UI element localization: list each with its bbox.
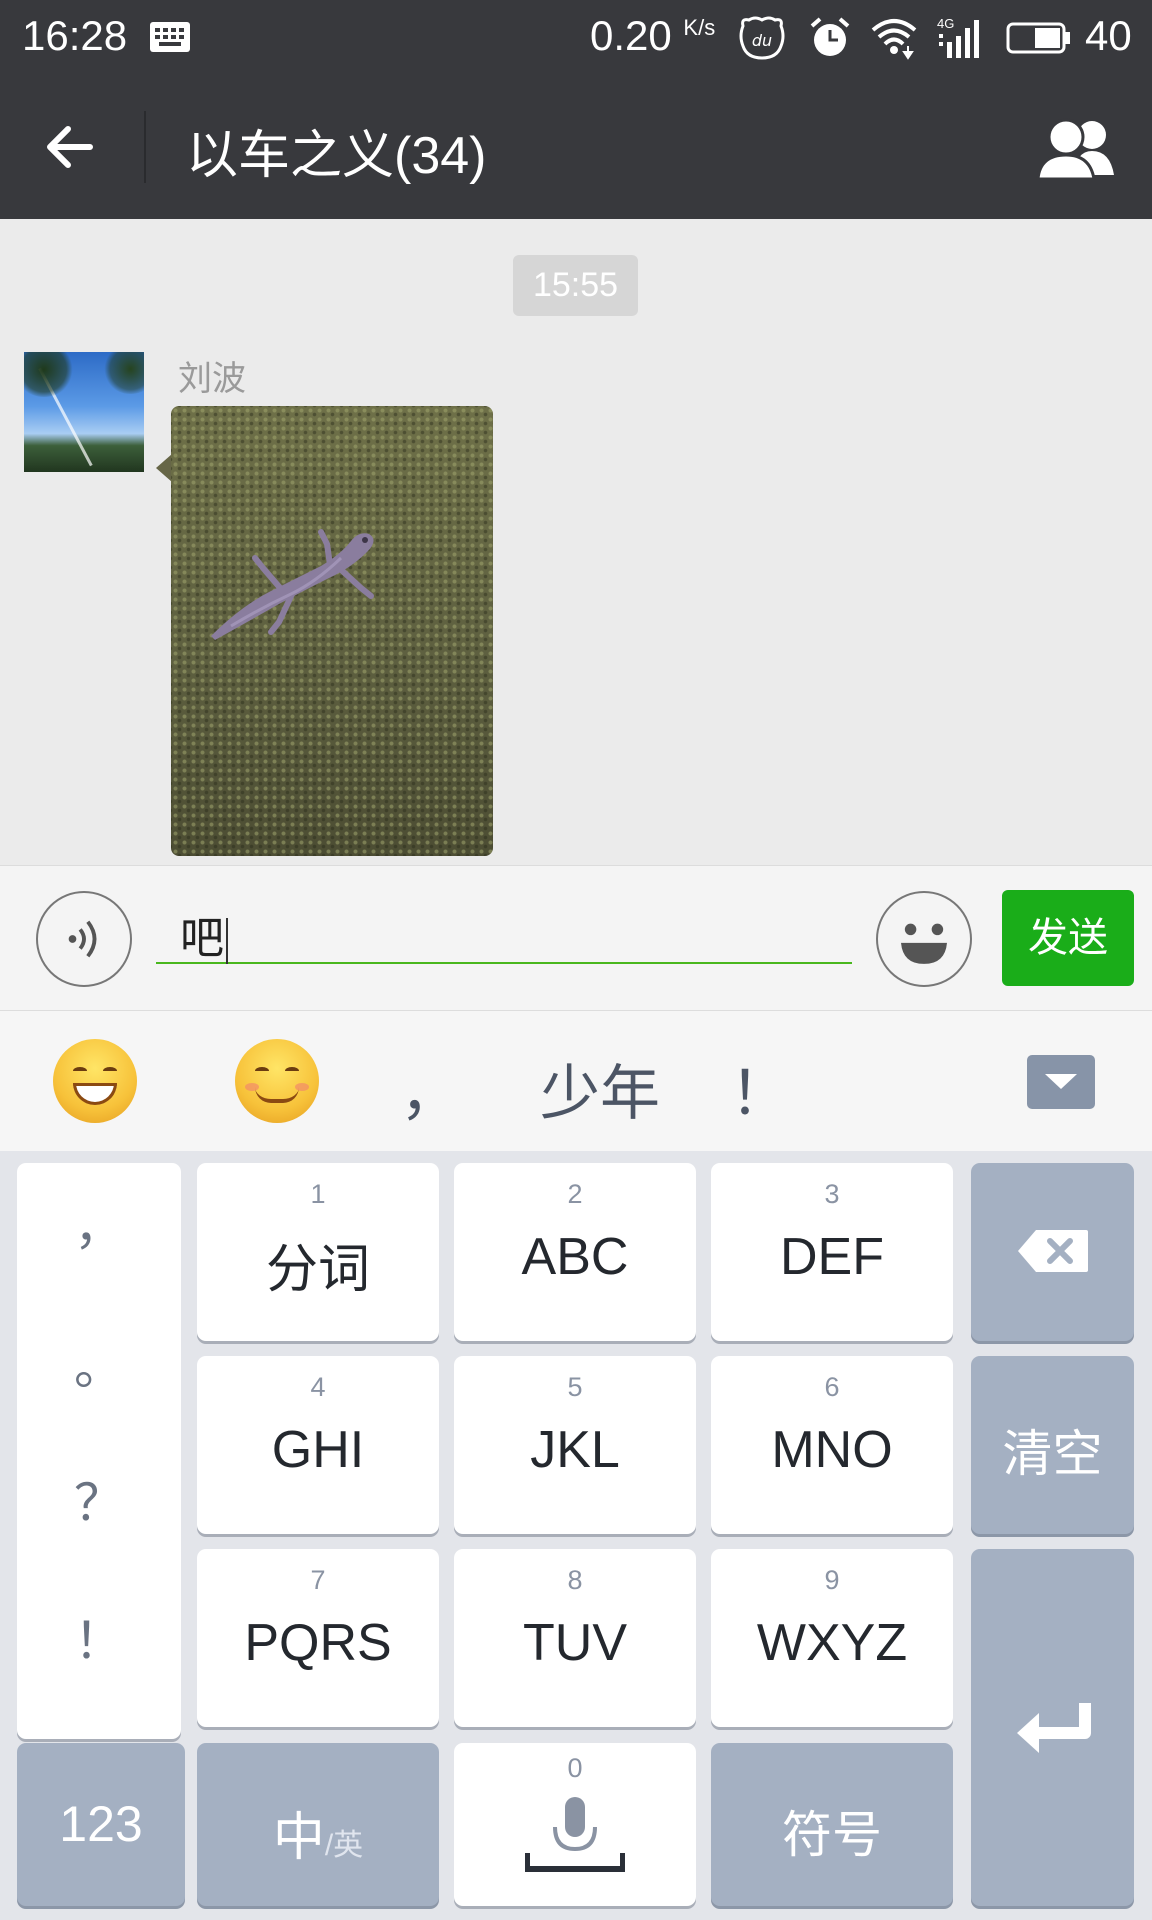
symbol-key[interactable]: 符号	[711, 1743, 953, 1906]
backspace-icon	[1018, 1230, 1088, 1272]
svg-text:4G: 4G	[937, 16, 954, 31]
voice-input-button[interactable]	[36, 891, 132, 987]
key-4[interactable]: 4 GHI	[197, 1356, 439, 1534]
message-input-bar: 吧 发送	[0, 865, 1152, 1010]
microphone-icon	[525, 1797, 625, 1872]
backspace-key[interactable]	[971, 1163, 1134, 1341]
key-1[interactable]: 1 分词	[197, 1163, 439, 1341]
back-arrow-icon[interactable]	[40, 117, 100, 177]
language-toggle-key[interactable]: 中/英	[197, 1743, 439, 1906]
image-message[interactable]	[171, 406, 493, 856]
candidate-grinning-emoji[interactable]	[53, 1039, 137, 1123]
svg-text:du: du	[752, 31, 772, 50]
candidate-exclamation[interactable]: ！	[730, 1045, 790, 1132]
chat-header: 以车之义(34)	[0, 75, 1152, 219]
battery-level: 40	[1085, 12, 1132, 59]
key-9[interactable]: 9 WXYZ	[711, 1549, 953, 1727]
du-app-icon: du	[739, 16, 785, 60]
gecko-photo	[211, 529, 374, 640]
wifi-icon	[871, 19, 917, 60]
message-timestamp: 15:55	[513, 255, 638, 316]
enter-key[interactable]	[971, 1549, 1134, 1906]
key-6[interactable]: 6 MNO	[711, 1356, 953, 1534]
key-8[interactable]: 8 TUV	[454, 1549, 696, 1727]
alarm-icon	[810, 17, 850, 56]
punctuation-column[interactable]: ， 。 ？ ！	[17, 1163, 181, 1739]
key-3[interactable]: 3 DEF	[711, 1163, 953, 1341]
key-5[interactable]: 5 JKL	[454, 1356, 696, 1534]
collapse-keyboard-button[interactable]	[1027, 1055, 1095, 1109]
sender-name: 刘波	[178, 359, 246, 399]
network-speed: 0.20 K/s	[590, 12, 716, 59]
text-caret	[226, 918, 228, 964]
punct-comma[interactable]: ，	[17, 1187, 181, 1259]
message-input-value: 吧	[180, 913, 224, 964]
punct-exclamation[interactable]: ！	[17, 1601, 181, 1673]
emoji-button[interactable]	[876, 891, 972, 987]
bubble-tip	[156, 454, 172, 482]
keyboard-notification-icon	[150, 22, 190, 52]
group-members-icon[interactable]	[1034, 115, 1120, 181]
page-title: 以车之义(34)	[186, 127, 487, 185]
battery-icon	[1006, 22, 1070, 54]
status-bar: 16:28 0.20 K/s du 4G 40	[0, 0, 1152, 75]
cellular-signal-icon: 4G	[937, 16, 979, 58]
punct-period[interactable]: 。	[17, 1327, 181, 1399]
candidate-comma[interactable]: ，	[400, 1045, 460, 1132]
clear-key[interactable]: 清空	[971, 1356, 1134, 1534]
candidate-word[interactable]: 少年	[540, 1045, 660, 1132]
t9-keyboard: ， 。 ？ ！ 1 分词 2 ABC 3 DEF 4 GHI 5 JKL 6 MNO 清空 …	[0, 1151, 1152, 1920]
status-time: 16:28	[22, 12, 128, 59]
send-button[interactable]: 发送	[1002, 890, 1134, 986]
message-input[interactable]: 吧	[156, 894, 852, 964]
avatar[interactable]	[24, 352, 144, 472]
space-key[interactable]: 0	[454, 1743, 696, 1906]
enter-icon	[1017, 1703, 1091, 1753]
key-2[interactable]: 2 ABC	[454, 1163, 696, 1341]
message-list[interactable]: 15:55 刘波	[0, 219, 1152, 865]
ime-candidate-bar: ， 少年 ！	[0, 1010, 1152, 1151]
punct-question[interactable]: ？	[17, 1463, 181, 1535]
header-divider	[144, 111, 146, 183]
candidate-smiling-emoji[interactable]	[235, 1039, 319, 1123]
key-7[interactable]: 7 PQRS	[197, 1549, 439, 1727]
numeric-mode-key[interactable]: 123	[17, 1743, 185, 1906]
